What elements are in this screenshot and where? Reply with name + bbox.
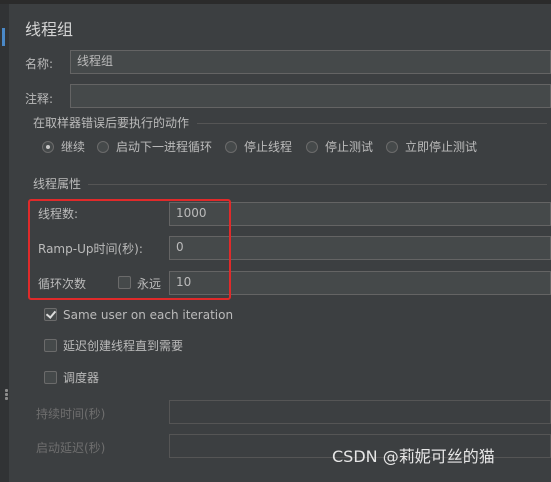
name-label: 名称: <box>25 57 54 71</box>
page-title: 线程组 <box>25 20 74 39</box>
drag-handle-icon[interactable] <box>5 389 8 401</box>
thread-group-panel: 线程组 名称: 线程组 注释: 在取样器错误后要执行的动作 继续 启动下一进程循… <box>11 4 551 482</box>
radio-stop-test[interactable] <box>306 141 318 153</box>
radio-start-next-loop[interactable] <box>97 141 109 153</box>
duration-label: 持续时间(秒) <box>36 407 106 421</box>
startup-delay-label: 启动延迟(秒) <box>36 441 106 455</box>
comment-input[interactable] <box>70 84 551 108</box>
thread-props-separator <box>88 184 547 185</box>
thread-props-label: 线程属性 <box>33 177 82 191</box>
radio-continue-label: 继续 <box>61 140 86 154</box>
left-rail <box>0 4 9 482</box>
sampler-error-separator <box>197 123 547 124</box>
rail-selection-marker <box>2 28 5 46</box>
radio-continue[interactable] <box>42 141 54 153</box>
highlight-box <box>28 199 231 300</box>
radio-stop-thread[interactable] <box>225 141 237 153</box>
watermark: CSDN @莉妮可丝的猫 <box>332 447 495 466</box>
delay-thread-label: 延迟创建线程直到需要 <box>63 339 184 353</box>
comment-label: 注释: <box>25 92 54 106</box>
duration-input <box>169 400 551 424</box>
delay-thread-checkbox[interactable] <box>44 339 57 352</box>
name-input[interactable]: 线程组 <box>70 50 551 74</box>
scheduler-checkbox[interactable] <box>44 371 57 384</box>
radio-stop-test-now[interactable] <box>386 141 398 153</box>
same-user-label: Same user on each iteration <box>63 308 234 322</box>
scheduler-label: 调度器 <box>63 371 100 385</box>
radio-stop-test-now-label: 立即停止测试 <box>405 140 478 154</box>
radio-stop-thread-label: 停止线程 <box>244 140 293 154</box>
radio-start-next-loop-label: 启动下一进程循环 <box>116 140 213 154</box>
sampler-error-label: 在取样器错误后要执行的动作 <box>33 116 190 130</box>
same-user-checkbox[interactable] <box>44 308 57 321</box>
radio-stop-test-label: 停止测试 <box>325 140 374 154</box>
